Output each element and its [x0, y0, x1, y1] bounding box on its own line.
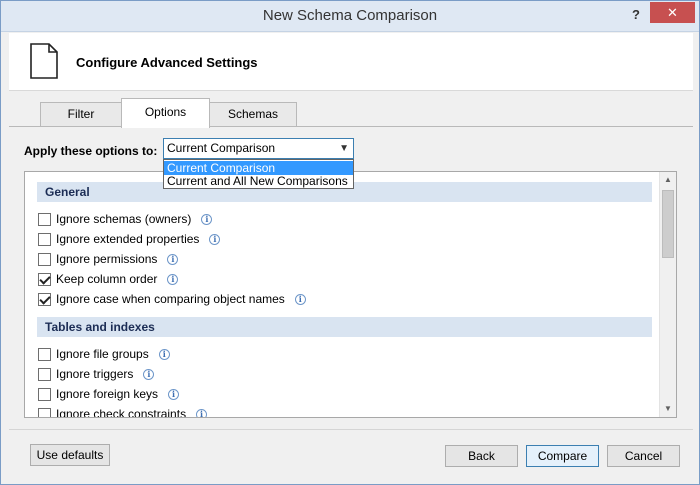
chevron-down-icon[interactable]: ▼	[339, 139, 349, 158]
option-label: Ignore triggers	[56, 367, 134, 381]
dropdown-option-current[interactable]: Current Comparison	[164, 161, 353, 175]
option-label: Ignore check constraints	[56, 407, 187, 418]
option-ignore-case[interactable]: Ignore case when comparing object names …	[38, 291, 306, 307]
option-label: Keep column order	[56, 272, 158, 286]
checkbox[interactable]	[38, 367, 51, 381]
options-panel: Apply these options to: Current Comparis…	[9, 126, 693, 429]
tab-strip: Filter Options Schemas	[9, 91, 693, 128]
info-icon[interactable]: i	[158, 348, 170, 360]
checkbox[interactable]	[38, 232, 51, 246]
info-icon[interactable]: i	[168, 388, 180, 400]
checkbox[interactable]	[38, 387, 51, 401]
tab-schemas[interactable]: Schemas	[209, 102, 297, 127]
option-keep-column-order[interactable]: Keep column order i	[38, 271, 179, 287]
option-label: Ignore permissions	[56, 252, 158, 266]
compare-button[interactable]: Compare	[526, 445, 599, 467]
option-ignore-file-groups[interactable]: Ignore file groups i	[38, 346, 170, 362]
checkbox[interactable]	[38, 252, 51, 266]
scrollbar-thumb[interactable]	[662, 190, 674, 258]
option-ignore-check-constraints[interactable]: Ignore check constraints i	[38, 406, 208, 418]
info-icon[interactable]: i	[209, 233, 221, 245]
checkbox[interactable]	[38, 292, 51, 306]
apply-options-label: Apply these options to:	[24, 144, 158, 158]
dialog-footer: Use defaults Back Compare Cancel	[9, 429, 693, 479]
section-header-tables-indexes: Tables and indexes	[37, 317, 652, 337]
option-label: Ignore case when comparing object names	[56, 292, 285, 306]
use-defaults-button[interactable]: Use defaults	[30, 444, 110, 466]
option-label: Ignore foreign keys	[56, 387, 159, 401]
checkbox[interactable]	[38, 347, 51, 361]
checkbox[interactable]	[38, 212, 51, 226]
option-ignore-extended-properties[interactable]: Ignore extended properties i	[38, 231, 221, 247]
options-list: General Ignore schemas (owners) i Ignore…	[24, 171, 677, 418]
option-ignore-triggers[interactable]: Ignore triggers i	[38, 366, 155, 382]
option-label: Ignore extended properties	[56, 232, 200, 246]
tab-options[interactable]: Options	[121, 98, 210, 128]
checkbox[interactable]	[38, 407, 51, 417]
title-bar[interactable]: New Schema Comparison ? ✕	[1, 1, 699, 32]
dropdown-option-all-new[interactable]: Current and All New Comparisons	[164, 174, 353, 188]
info-icon[interactable]: i	[143, 368, 155, 380]
option-ignore-schemas[interactable]: Ignore schemas (owners) i	[38, 211, 213, 227]
info-icon[interactable]: i	[294, 293, 306, 305]
window-title: New Schema Comparison	[262, 7, 438, 24]
back-button[interactable]: Back	[445, 445, 518, 467]
info-icon[interactable]: i	[167, 253, 179, 265]
combo-dropdown-list: Current Comparison Current and All New C…	[163, 159, 354, 189]
header-banner: Configure Advanced Settings	[9, 33, 693, 91]
dialog-window: New Schema Comparison ? ✕ Configure Adva…	[0, 0, 700, 485]
option-label: Ignore file groups	[56, 347, 149, 361]
scroll-up-icon[interactable]: ▲	[660, 172, 676, 188]
document-icon	[30, 43, 58, 79]
close-button[interactable]: ✕	[650, 2, 695, 23]
help-button[interactable]: ?	[627, 5, 645, 25]
checkbox[interactable]	[38, 272, 51, 286]
combo-value: Current Comparison	[167, 141, 276, 155]
info-icon[interactable]: i	[196, 408, 208, 417]
cancel-button[interactable]: Cancel	[607, 445, 680, 467]
apply-options-combo[interactable]: Current Comparison ▼	[163, 138, 354, 159]
vertical-scrollbar[interactable]: ▲ ▼	[659, 172, 676, 417]
page-title: Configure Advanced Settings	[76, 55, 258, 70]
tab-filter[interactable]: Filter	[40, 102, 122, 127]
option-ignore-permissions[interactable]: Ignore permissions i	[38, 251, 179, 267]
info-icon[interactable]: i	[167, 273, 179, 285]
option-label: Ignore schemas (owners)	[56, 212, 192, 226]
option-ignore-foreign-keys[interactable]: Ignore foreign keys i	[38, 386, 180, 402]
info-icon[interactable]: i	[201, 213, 213, 225]
scroll-down-icon[interactable]: ▼	[660, 401, 676, 417]
